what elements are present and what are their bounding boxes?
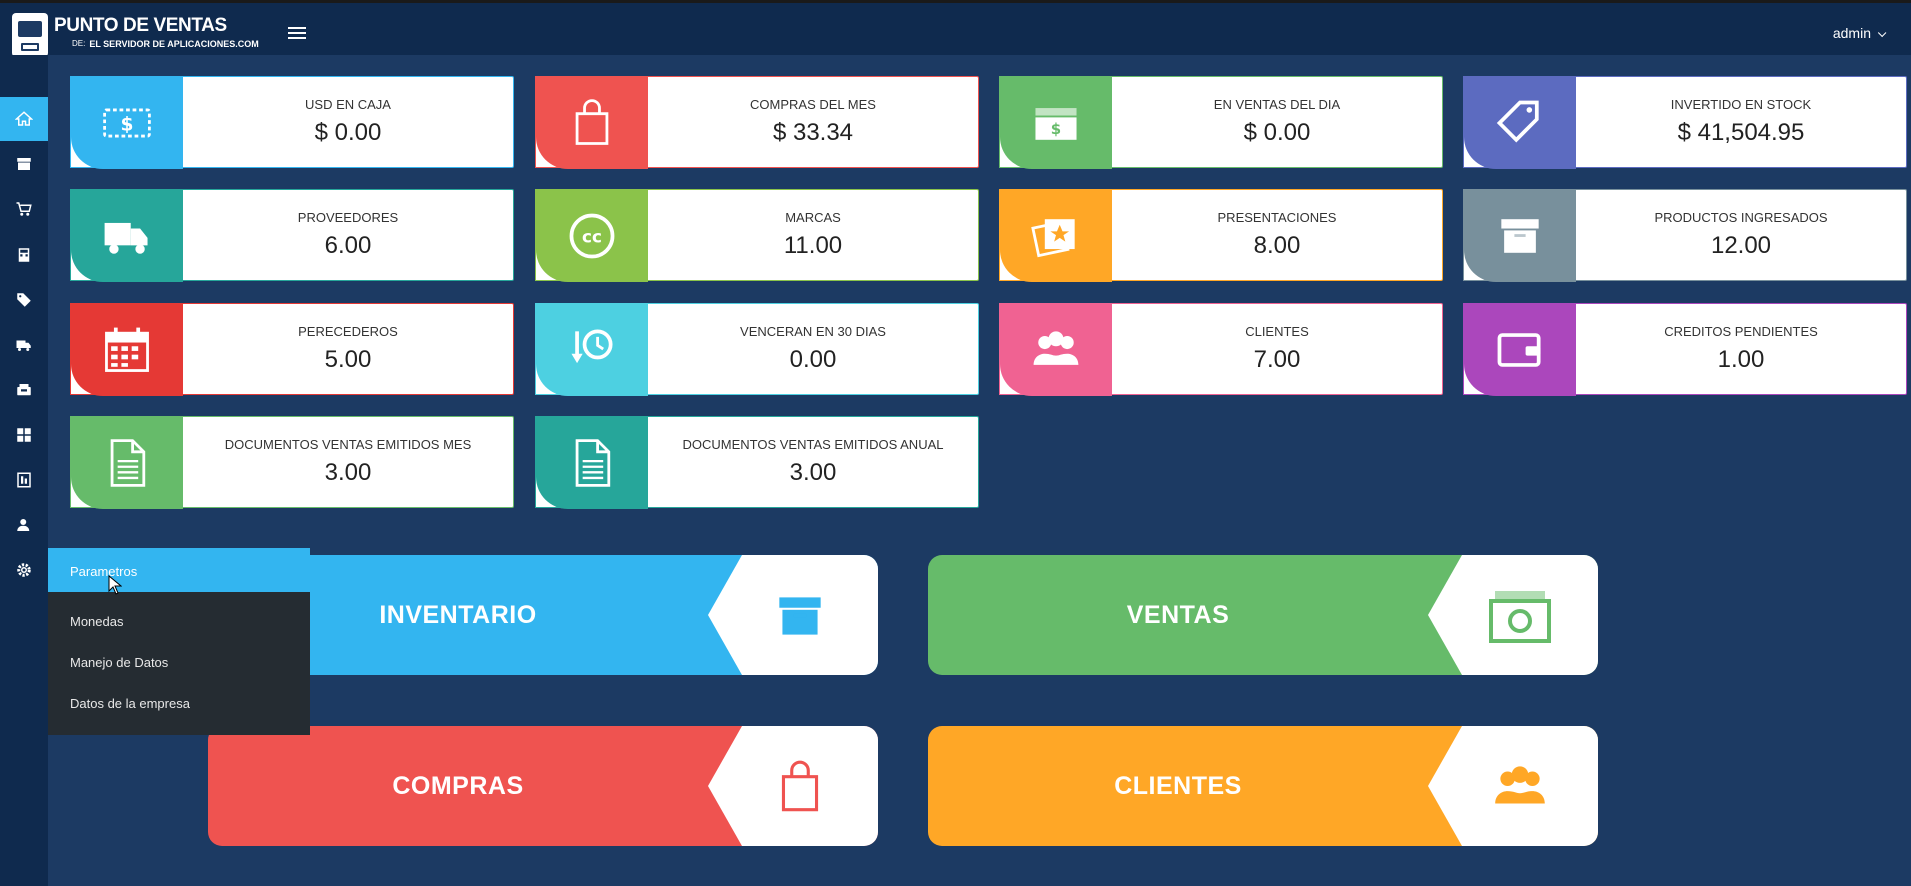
sidebar-gear-icon[interactable] — [0, 548, 48, 592]
stat-value: 6.00 — [324, 232, 372, 259]
tile-label: CLIENTES — [1114, 771, 1242, 800]
history-icon — [536, 304, 648, 396]
stat-card[interactable]: $ EN VENTAS DEL DIA $ 0.00 — [999, 76, 1443, 169]
tile-icon-panel — [708, 726, 878, 846]
svg-text:$: $ — [121, 114, 134, 135]
sidebar — [0, 55, 48, 886]
cc-icon: cc — [536, 190, 648, 282]
sidebar-archive-icon[interactable] — [0, 142, 48, 186]
sidebar-home-icon[interactable] — [0, 97, 48, 141]
shopping-bag-icon — [536, 77, 648, 169]
menu-item-datos-empresa[interactable]: Datos de la empresa — [70, 696, 190, 711]
sidebar-truck-icon[interactable] — [0, 323, 48, 367]
subtitle-brand: EL SERVIDOR DE APLICACIONES.COM — [89, 38, 259, 49]
calendar-icon — [71, 304, 183, 396]
stat-label: USD EN CAJA — [305, 97, 391, 112]
tile-compras[interactable]: COMPRAS — [208, 726, 878, 846]
archive-icon — [1464, 190, 1576, 282]
menu-item-manejo-de-datos[interactable]: Manejo de Datos — [70, 655, 168, 670]
stat-card[interactable]: CLIENTES 7.00 — [999, 303, 1443, 396]
tile-ventas[interactable]: VENTAS — [928, 555, 1598, 675]
stat-card[interactable]: $ USD EN CAJA $ 0.00 — [70, 76, 514, 169]
stat-label: PERECEDEROS — [298, 324, 398, 339]
app-subtitle: DE: EL SERVIDOR DE APLICACIONES.COM — [72, 39, 259, 48]
tile-icon-panel — [708, 555, 878, 675]
subtitle-prefix: DE: — [72, 39, 86, 48]
sidebar-cart-icon[interactable] — [0, 187, 48, 231]
stat-label: COMPRAS DEL MES — [750, 97, 876, 112]
sidebar-tags-icon[interactable] — [0, 278, 48, 322]
sidebar-report-icon[interactable] — [0, 458, 48, 502]
stat-label: CREDITOS PENDIENTES — [1664, 324, 1818, 339]
stat-card[interactable]: PRESENTACIONES 8.00 — [999, 189, 1443, 282]
stat-value: 8.00 — [1253, 232, 1301, 259]
app-title: PUNTO DE VENTAS — [54, 15, 227, 36]
stat-value: 3.00 — [789, 459, 837, 486]
stat-label: CLIENTES — [1245, 324, 1309, 339]
tile-label: VENTAS — [1126, 600, 1230, 629]
tile-icon-panel — [1428, 555, 1598, 675]
stat-label: VENCERAN EN 30 DIAS — [740, 324, 886, 339]
stat-card[interactable]: COMPRAS DEL MES $ 33.34 — [535, 76, 979, 169]
menu-item-parametros[interactable]: Parametros — [48, 548, 310, 592]
sidebar-user-icon[interactable] — [0, 503, 48, 547]
photos-icon — [1000, 190, 1112, 282]
tag-icon — [1464, 77, 1576, 169]
sidebar-grid-icon[interactable] — [0, 413, 48, 457]
document-icon — [536, 417, 648, 509]
stat-card[interactable]: DOCUMENTOS VENTAS EMITIDOS MES 3.00 — [70, 416, 514, 509]
stat-value: $ 0.00 — [1243, 119, 1311, 146]
stat-card[interactable]: cc MARCAS 11.00 — [535, 189, 979, 282]
stat-value: 7.00 — [1253, 346, 1301, 373]
stat-label: PRODUCTOS INGRESADOS — [1654, 210, 1828, 225]
document-icon — [71, 417, 183, 509]
stat-card[interactable]: VENCERAN EN 30 DIAS 0.00 — [535, 303, 979, 396]
money-icon: $ — [71, 77, 183, 169]
user-name: admin — [1832, 25, 1871, 41]
tile-icon-panel — [1428, 726, 1598, 846]
stat-card[interactable]: PERECEDEROS 5.00 — [70, 303, 514, 396]
stat-label: DOCUMENTOS VENTAS EMITIDOS ANUAL — [682, 437, 944, 452]
app-logo[interactable]: PUNTO DE VENTAS DE: EL SERVIDOR DE APLICA… — [10, 11, 259, 59]
mouse-cursor-icon — [108, 575, 122, 595]
stat-value: $ 41,504.95 — [1677, 119, 1805, 146]
stat-label: INVERTIDO EN STOCK — [1670, 97, 1812, 112]
sidebar-calculator-icon[interactable] — [0, 233, 48, 277]
stat-card[interactable]: PROVEEDORES 6.00 — [70, 189, 514, 282]
tile-label: COMPRAS — [392, 771, 524, 800]
users-icon — [1000, 304, 1112, 396]
chevron-down-icon — [1877, 28, 1887, 38]
tile-clientes[interactable]: CLIENTES — [928, 726, 1598, 846]
wallet-icon — [1464, 304, 1576, 396]
top-navbar: PUNTO DE VENTAS DE: EL SERVIDOR DE APLICA… — [0, 0, 1911, 57]
stat-card[interactable]: PRODUCTOS INGRESADOS 12.00 — [1463, 189, 1907, 282]
stat-value: 5.00 — [324, 346, 372, 373]
stat-value: 11.00 — [783, 232, 843, 259]
stat-value: 1.00 — [1717, 346, 1765, 373]
stat-label: DOCUMENTOS VENTAS EMITIDOS MES — [224, 437, 472, 452]
sidebar-register-icon[interactable] — [0, 368, 48, 412]
svg-text:cc: cc — [582, 227, 602, 247]
stat-value: $ 33.34 — [772, 119, 854, 146]
stat-card[interactable]: CREDITOS PENDIENTES 1.00 — [1463, 303, 1907, 396]
stat-value: 3.00 — [324, 459, 372, 486]
stat-label: PRESENTACIONES — [1217, 210, 1337, 225]
stat-card[interactable]: INVERTIDO EN STOCK $ 41,504.95 — [1463, 76, 1907, 169]
parametros-dropdown: Parametros Monedas Manejo de Datos Datos… — [48, 548, 310, 735]
stat-label: PROVEEDORES — [297, 210, 399, 225]
stat-value: 12.00 — [1710, 232, 1772, 259]
stat-label: EN VENTAS DEL DIA — [1213, 97, 1341, 112]
user-menu[interactable]: admin — [1832, 25, 1887, 41]
stat-value: $ 0.00 — [314, 119, 382, 146]
stat-card[interactable]: DOCUMENTOS VENTAS EMITIDOS ANUAL 3.00 — [535, 416, 979, 509]
truck-icon — [71, 190, 183, 282]
stat-label: MARCAS — [785, 210, 841, 225]
cash-stack-icon: $ — [1000, 77, 1112, 169]
pos-terminal-icon — [12, 13, 48, 57]
menu-item-monedas[interactable]: Monedas — [70, 614, 123, 629]
stat-value: 0.00 — [789, 346, 837, 373]
svg-text:$: $ — [1051, 120, 1061, 138]
menu-toggle-icon[interactable] — [288, 27, 306, 41]
